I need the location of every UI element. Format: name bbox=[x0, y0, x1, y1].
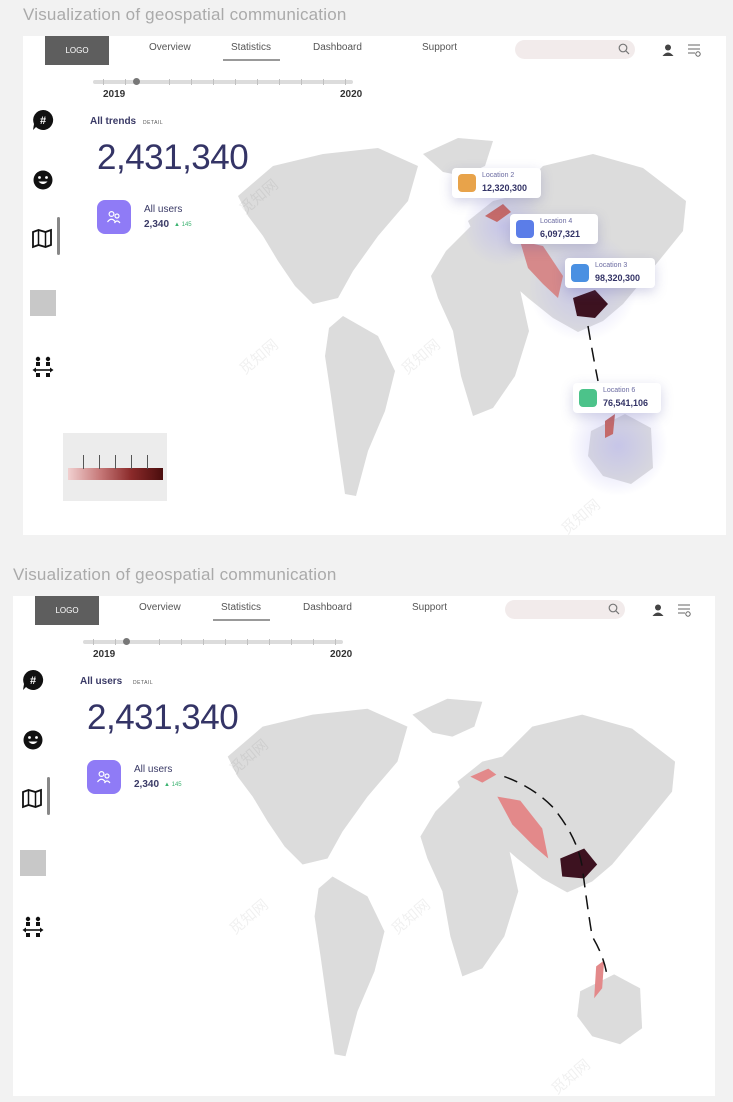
tooltip-value: 12,320,300 bbox=[482, 183, 528, 193]
legend-tick bbox=[99, 455, 100, 469]
tooltip-location-3[interactable]: Location 3 98,320,300 bbox=[565, 258, 655, 288]
tooltip-location-6[interactable]: Location 6 76,541,106 bbox=[573, 383, 661, 413]
tooltip-label: Location 6 bbox=[603, 387, 636, 394]
tooltip-label: Location 2 bbox=[482, 172, 515, 179]
dashboard-panel: LOGO Overview Statistics Dashboard Suppo… bbox=[23, 36, 726, 535]
tooltip-value: 98,320,300 bbox=[595, 273, 641, 283]
tooltip-location-2[interactable]: Location 2 12,320,300 bbox=[452, 168, 541, 198]
legend-gradient bbox=[68, 468, 163, 480]
tooltip-value: 6,097,321 bbox=[540, 229, 581, 239]
office-icon bbox=[516, 220, 534, 238]
dashboard-panel-second: LOGO Overview Statistics Dashboard Suppo… bbox=[13, 596, 715, 1096]
legend-tick bbox=[115, 455, 116, 469]
legend-tick bbox=[83, 455, 84, 469]
bank-icon bbox=[571, 264, 589, 282]
page-title: Visualization of geospatial communicatio… bbox=[23, 5, 347, 24]
legend-tick bbox=[131, 455, 132, 469]
world-map[interactable] bbox=[13, 596, 715, 1096]
page-title-second: Visualization of geospatial communicatio… bbox=[13, 565, 337, 584]
tooltip-location-4[interactable]: Location 4 6,097,321 bbox=[510, 214, 598, 244]
heat-legend bbox=[63, 433, 167, 501]
building-icon bbox=[458, 174, 476, 192]
image-icon bbox=[579, 389, 597, 407]
tooltip-label: Location 4 bbox=[540, 218, 573, 225]
continents bbox=[227, 698, 676, 1057]
tooltip-label: Location 3 bbox=[595, 262, 628, 269]
tooltip-value: 76,541,106 bbox=[603, 398, 649, 408]
legend-tick bbox=[147, 455, 148, 469]
